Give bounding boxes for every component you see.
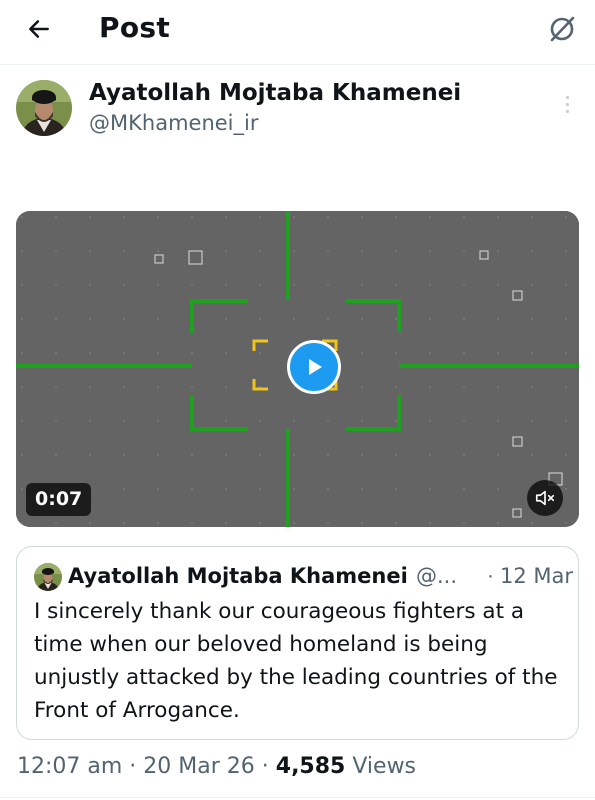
views-count: 4,585 — [275, 754, 346, 779]
speaker-muted-icon — [535, 490, 555, 506]
grok-icon — [550, 16, 575, 42]
author-handle[interactable]: @MKhamenei_ir — [89, 109, 258, 137]
meta-separator: · — [122, 754, 144, 779]
author-name[interactable]: Ayatollah Mojtaba Khamenei — [89, 78, 461, 108]
page-title: Post — [99, 11, 171, 44]
video-duration: 0:07 — [26, 483, 92, 516]
more-vertical-icon — [565, 95, 569, 99]
play-button[interactable] — [287, 340, 341, 394]
post-date[interactable]: 20 Mar 26 — [143, 754, 254, 779]
header-divider — [0, 64, 595, 65]
mute-button[interactable] — [527, 480, 563, 516]
quoted-avatar[interactable] — [34, 563, 62, 591]
video-player[interactable]: 0:07 — [16, 211, 579, 527]
views-label: Views — [345, 754, 417, 779]
bottom-divider — [0, 797, 595, 798]
quoted-date: 12 Mar — [500, 564, 574, 588]
more-options-button[interactable] — [556, 90, 578, 118]
play-icon — [309, 359, 322, 375]
grok-button[interactable] — [545, 12, 579, 46]
meta-separator: · — [254, 754, 276, 779]
quoted-author-name: Ayatollah Mojtaba Khamenei — [68, 564, 408, 588]
quoted-post[interactable]: Ayatollah Mojtaba Khamenei @... · 12 Mar… — [16, 546, 579, 740]
avatar[interactable] — [16, 80, 72, 136]
arrow-left-icon — [29, 20, 49, 38]
back-button[interactable] — [22, 12, 56, 46]
quoted-author-handle: @... — [416, 564, 458, 588]
quoted-text: I sincerely thank our courageous fighter… — [34, 599, 558, 723]
quoted-separator: · — [487, 564, 494, 587]
post-meta: 12:07 am · 20 Mar 26 · 4,585 Views — [17, 751, 416, 783]
post-time[interactable]: 12:07 am — [17, 754, 122, 779]
top-bar: Post — [0, 0, 595, 58]
